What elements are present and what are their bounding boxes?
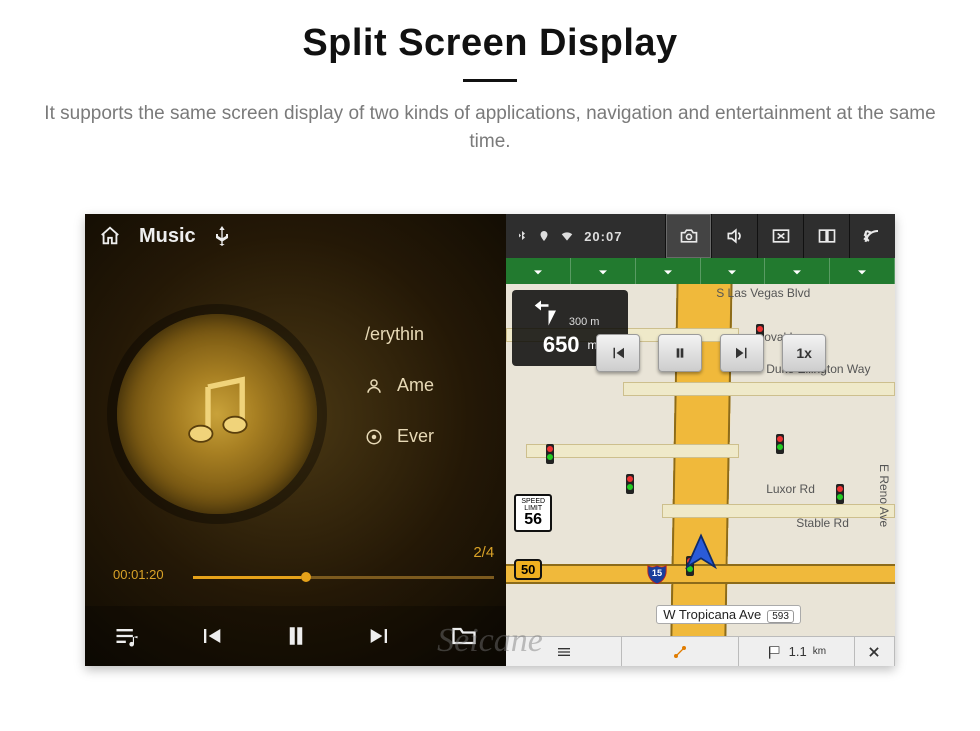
bluetooth-icon — [516, 229, 528, 243]
song-title: /erythin — [365, 324, 424, 345]
sim-playback-controls: 1x — [596, 334, 826, 372]
screenshot-button[interactable] — [665, 214, 711, 258]
street-label: Luxor Rd — [766, 482, 815, 496]
album-row: Ever — [365, 426, 434, 447]
usb-icon — [214, 226, 230, 246]
prev-track-icon[interactable] — [197, 622, 225, 650]
footer-distance: 1.1 — [789, 644, 807, 659]
footer-close-button[interactable] — [855, 637, 895, 666]
lane-arrow — [830, 258, 895, 284]
music-controls — [85, 606, 506, 666]
lane-arrow — [765, 258, 830, 284]
split-toggle-button[interactable] — [803, 214, 849, 258]
system-buttons — [665, 214, 895, 258]
pause-icon[interactable] — [281, 621, 311, 651]
artist-row: Ame — [365, 375, 434, 396]
page-title: Split Screen Display — [0, 22, 980, 65]
street-label: E Reno Ave — [877, 464, 891, 527]
current-street-label: W Tropicana Ave593 — [656, 605, 801, 624]
progress-fill — [193, 576, 301, 579]
nav-cursor-icon — [680, 532, 722, 574]
street-label: Stable Rd — [796, 516, 849, 530]
route-icon — [672, 644, 688, 660]
lane-guidance-bar — [506, 258, 895, 284]
elapsed-time: 00:01:20 — [113, 567, 164, 582]
footer-menu-button[interactable] — [506, 637, 622, 666]
turn-left-icon — [531, 298, 561, 328]
next-track-icon[interactable] — [366, 622, 394, 650]
navigation-app-pane: 20:07 — [506, 214, 895, 666]
music-note-icon — [172, 369, 262, 459]
close-icon — [867, 645, 881, 659]
sim-pause-button[interactable] — [658, 334, 702, 372]
folder-icon[interactable] — [450, 622, 478, 650]
street — [662, 504, 895, 518]
playlist-icon[interactable] — [113, 622, 141, 650]
distance-value: 650 — [543, 332, 580, 358]
track-index: 2/4 — [473, 544, 494, 561]
sim-speed-button[interactable]: 1x — [782, 334, 826, 372]
footer-destination-button[interactable]: 1.1 km — [739, 637, 855, 666]
album-name: Ever — [397, 426, 434, 447]
traffic-light-icon — [626, 474, 634, 494]
device-screenshot: Music /erythin Ame — [85, 214, 895, 666]
nav-footer: 1.1 km — [506, 636, 895, 666]
music-app-label: Music — [139, 225, 196, 248]
traffic-light-icon — [836, 484, 844, 504]
menu-icon — [556, 644, 572, 660]
person-icon — [365, 377, 383, 395]
speed-limit-sign: SPEED LIMIT 56 — [514, 494, 552, 532]
volume-button[interactable] — [711, 214, 757, 258]
android-status-toolbar: 20:07 — [506, 214, 895, 258]
disc-icon — [365, 428, 383, 446]
traffic-light-icon — [546, 444, 554, 464]
split-screen-icon — [817, 226, 837, 246]
volume-icon — [725, 226, 745, 246]
sim-next-button[interactable] — [720, 334, 764, 372]
lane-arrow — [571, 258, 636, 284]
progress-handle[interactable] — [301, 572, 311, 582]
sim-prev-button[interactable] — [596, 334, 640, 372]
camera-icon — [679, 226, 699, 246]
home-icon[interactable] — [99, 225, 121, 247]
lane-arrow — [636, 258, 701, 284]
close-app-button[interactable] — [757, 214, 803, 258]
street — [623, 382, 895, 396]
footer-route-button[interactable] — [622, 637, 738, 666]
music-top-bar: Music — [85, 214, 506, 258]
location-icon — [538, 229, 550, 243]
interstate-shield: 15 — [646, 562, 668, 584]
lane-arrow — [506, 258, 571, 284]
wifi-icon — [560, 229, 574, 243]
song-metadata: /erythin Ame Ever — [365, 324, 434, 447]
flag-icon — [767, 644, 783, 660]
close-window-icon — [771, 226, 791, 246]
footer-distance-unit: km — [813, 646, 826, 657]
back-icon — [861, 226, 885, 246]
back-button[interactable] — [849, 214, 895, 258]
artist-name: Ame — [397, 375, 434, 396]
album-art — [117, 314, 317, 514]
lane-arrow — [701, 258, 766, 284]
title-underline — [463, 79, 517, 82]
traffic-light-icon — [776, 434, 784, 454]
svg-text:15: 15 — [652, 568, 662, 578]
route-shield: 50 — [514, 559, 542, 580]
progress-area: 00:01:20 — [113, 566, 494, 596]
turn-hint: 300 m — [569, 316, 600, 328]
song-title-row: /erythin — [365, 324, 434, 345]
status-time: 20:07 — [584, 229, 622, 244]
street — [526, 444, 740, 458]
street-label: S Las Vegas Blvd — [716, 286, 810, 300]
progress-bar[interactable] — [193, 576, 494, 579]
page-subtitle: It supports the same screen display of t… — [40, 100, 940, 155]
music-app-pane: Music /erythin Ame — [85, 214, 506, 666]
